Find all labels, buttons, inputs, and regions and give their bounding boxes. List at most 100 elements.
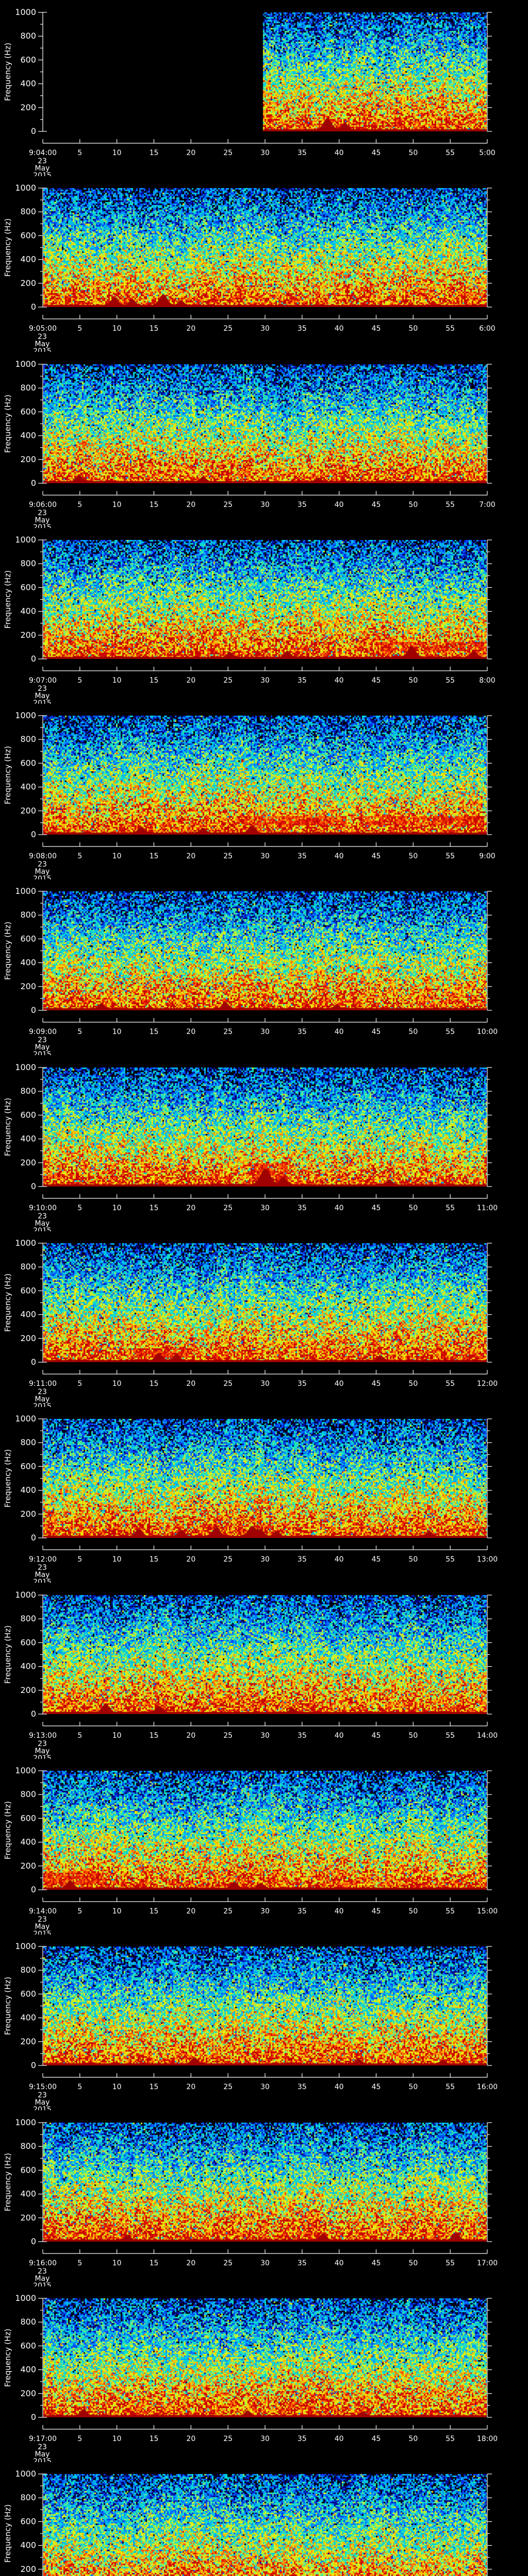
time-tick-label: 45	[372, 2259, 381, 2267]
y-tick-label: 200	[20, 2213, 36, 2223]
y-axis-title: Frequency (Hz)	[3, 570, 12, 629]
y-tick-label: 400	[20, 1837, 36, 1847]
y-tick-label: 0	[31, 1533, 36, 1543]
panel-start-time-label: 9:13:00	[29, 1732, 57, 1740]
time-tick-label: 40	[335, 676, 344, 685]
y-tick-label: 1000	[15, 1766, 36, 1775]
time-tick-label: 20	[186, 852, 195, 860]
y-tick-label: 400	[20, 431, 36, 440]
y-tick-label: 800	[20, 2493, 36, 2502]
y-axis-title: Frequency (Hz)	[3, 2329, 12, 2387]
time-tick-label: 55	[446, 2259, 455, 2267]
time-tick-label: 15	[150, 1028, 159, 1036]
time-tick-label: 50	[408, 325, 418, 333]
time-tick-label: 10	[112, 2083, 122, 2091]
time-tick-label: 45	[372, 1204, 381, 1212]
time-tick-label: 30	[260, 325, 270, 333]
panel-axes: 0 200 400 600 800 1000 Frequency (Hz) 9:11:00 5 1…	[3, 1238, 498, 1407]
time-tick-label: 40	[335, 2259, 344, 2267]
time-tick-label: 35	[298, 852, 307, 860]
time-tick-label: 50	[408, 1028, 418, 1036]
time-tick-label: 55	[446, 1555, 455, 1564]
y-tick-label: 0	[31, 829, 36, 839]
time-tick-label: 15	[150, 325, 159, 333]
time-tick-label: 5	[77, 501, 82, 509]
panel-axes: 0 200 400 600 800 1000 Frequency (Hz) 9:04:00 5 1…	[3, 7, 496, 176]
y-tick-label: 1000	[15, 535, 36, 545]
time-tick-label: 5	[77, 1204, 82, 1212]
time-tick-label: 10	[112, 1555, 122, 1564]
time-tick-label: 55	[446, 1028, 455, 1036]
y-tick-label: 200	[20, 981, 36, 991]
time-tick-label: 55	[446, 501, 455, 509]
time-tick-label: 50	[408, 2083, 418, 2091]
time-tick-label: 5	[77, 1907, 82, 1916]
y-axis-title: Frequency (Hz)	[3, 746, 12, 804]
time-tick-label: 5	[77, 1028, 82, 1036]
y-tick-label: 1000	[15, 1414, 36, 1423]
time-tick-label: 25	[223, 1732, 233, 1740]
spectrogram-panel-90900: 0 200 400 600 800 1000 Frequency (Hz) 9:09:00 5 1…	[0, 879, 528, 1055]
panel-start-time-label: 9:10:00	[29, 1204, 57, 1212]
panel-end-time-label: 11:00	[477, 1204, 498, 1212]
y-tick-label: 600	[20, 2165, 36, 2175]
y-tick-label: 800	[20, 2141, 36, 2151]
panel-end-time-label: 6:00	[479, 325, 495, 333]
time-tick-label: 55	[446, 1380, 455, 1388]
y-tick-label: 800	[20, 910, 36, 920]
time-tick-label: 40	[335, 1907, 344, 1916]
panel-end-time-label: 7:00	[479, 501, 495, 509]
time-tick-label: 20	[186, 676, 195, 685]
spectrogram-panel-91400: 0 200 400 600 800 1000 Frequency (Hz) 9:14:00 5 1…	[0, 1758, 528, 1935]
panel-end-time-label: 8:00	[479, 676, 495, 685]
y-tick-label: 200	[20, 1685, 36, 1695]
time-tick-label: 45	[372, 2435, 381, 2443]
time-tick-label: 5	[77, 852, 82, 860]
y-tick-label: 1000	[15, 1062, 36, 1072]
spectrogram-panel-91000: 0 200 400 600 800 1000 Frequency (Hz) 9:10:00 5 1…	[0, 1055, 528, 1231]
y-tick-label: 0	[31, 302, 36, 312]
time-tick-label: 45	[372, 852, 381, 860]
y-tick-label: 400	[20, 2189, 36, 2199]
y-tick-label: 800	[20, 734, 36, 744]
panel-axes: 02004006008001000Frequency (Hz)9:18:0051…	[3, 2469, 492, 2576]
y-tick-label: 400	[20, 1485, 36, 1495]
y-tick-label: 200	[20, 1333, 36, 1343]
y-tick-label: 1000	[15, 1238, 36, 1248]
y-tick-label: 200	[20, 1861, 36, 1871]
time-tick-label: 5	[77, 1380, 82, 1388]
time-tick-label: 5	[77, 149, 82, 157]
spectrogram-panel-90600: 0 200 400 600 800 1000 Frequency (Hz) 9:06:00 5 1…	[0, 352, 528, 528]
y-axis-title: Frequency (Hz)	[3, 1449, 12, 1507]
y-tick-label: 200	[20, 278, 36, 288]
y-axis-title: Frequency (Hz)	[3, 1098, 12, 1156]
y-tick-label: 800	[20, 1789, 36, 1799]
panel-start-time-label: 9:08:00	[29, 852, 57, 860]
time-tick-label: 25	[223, 1028, 233, 1036]
time-tick-label: 15	[150, 501, 159, 509]
panel-end-time-label: 16:00	[477, 2083, 498, 2091]
time-tick-label: 40	[335, 1555, 344, 1564]
panel-start-time-label: 9:09:00	[29, 1028, 57, 1036]
spectrogram-panel-90400: 0 200 400 600 800 1000 Frequency (Hz) 9:04:00 5 1…	[0, 0, 528, 176]
panel-axes: 0 200 400 600 800 1000 Frequency (Hz) 9:07:00 5 1…	[3, 535, 496, 704]
time-tick-label: 40	[335, 325, 344, 333]
time-tick-label: 50	[408, 1732, 418, 1740]
time-tick-label: 20	[186, 2083, 195, 2091]
time-tick-label: 20	[186, 149, 195, 157]
time-tick-label: 25	[223, 676, 233, 685]
panel-axes: 0 200 400 600 800 1000 Frequency (Hz) 9:12:00 5 1…	[3, 1414, 498, 1583]
y-tick-label: 400	[20, 255, 36, 264]
time-tick-label: 5	[77, 676, 82, 685]
spectrogram-panel-91300: 0 200 400 600 800 1000 Frequency (Hz) 9:13:00 5 1…	[0, 1583, 528, 1759]
time-tick-label: 35	[298, 2259, 307, 2267]
y-tick-label: 600	[20, 1285, 36, 1295]
y-tick-label: 600	[20, 934, 36, 943]
y-tick-label: 1000	[15, 2469, 36, 2479]
y-axis-title: Frequency (Hz)	[3, 43, 12, 101]
spectrogram-panel-91500: 0 200 400 600 800 1000 Frequency (Hz) 9:15:00 5 1…	[0, 1934, 528, 2110]
time-tick-label: 15	[150, 2083, 159, 2091]
spectrogram-panel-91800: 02004006008001000Frequency (Hz)9:18:0051…	[0, 2462, 528, 2576]
time-tick-label: 45	[372, 1028, 381, 1036]
time-tick-label: 40	[335, 501, 344, 509]
